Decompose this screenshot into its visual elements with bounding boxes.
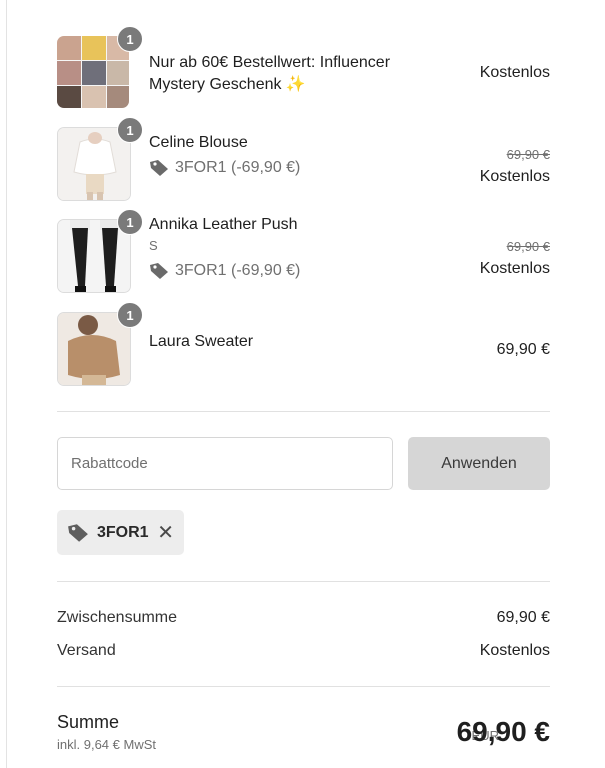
discount-code-input[interactable] [57, 437, 393, 490]
shipping-label: Versand [57, 642, 116, 659]
product-image: 1 [57, 302, 143, 386]
tax-note: inkl. 9,64 € MwSt [57, 737, 156, 752]
original-price: 69,90 € [506, 147, 550, 162]
quantity-badge: 1 [117, 302, 143, 328]
item-price: Kostenlos [479, 260, 550, 277]
item-price: Kostenlos [479, 168, 550, 185]
item-name: Celine Blouse [149, 134, 248, 151]
subtotal-value: 69,90 € [496, 609, 550, 626]
item-name-line1: Nur ab 60€ Bestellwert: Influencer [149, 54, 391, 71]
discount-line: 3FOR1 (-69,90 €) [149, 159, 300, 177]
line-item: 1 Annika Leather Push S 3FOR1 (-69,90 €)… [57, 209, 550, 295]
quantity-badge: 1 [117, 209, 143, 235]
divider [57, 686, 550, 687]
subtotal-label: Zwischensumme [57, 609, 178, 626]
item-name: Annika Leather Push [149, 216, 298, 233]
apply-discount-button[interactable]: Anwenden [408, 437, 550, 490]
tag-icon [149, 159, 169, 177]
item-variant: S [149, 238, 158, 253]
tag-icon [149, 262, 169, 280]
divider [57, 581, 550, 582]
discount-text: 3FOR1 (-69,90 €) [175, 159, 301, 176]
applied-discount-chip: 3FOR1 ✕ [57, 510, 184, 555]
tag-icon [67, 523, 89, 543]
item-price: 69,90 € [496, 341, 550, 358]
item-price: Kostenlos [479, 64, 550, 81]
shipping-value: Kostenlos [479, 642, 550, 659]
item-name-line2: Mystery Geschenk ✨ [149, 76, 306, 93]
left-border [6, 0, 7, 768]
product-image: 1 [57, 26, 143, 110]
applied-code-text: 3FOR1 [97, 523, 149, 541]
quantity-badge: 1 [117, 117, 143, 143]
original-price: 69,90 € [506, 239, 550, 254]
line-item: 1 Laura Sweater 69,90 € [57, 302, 550, 388]
item-name: Laura Sweater [149, 333, 254, 350]
divider [57, 411, 550, 412]
product-image: 1 [57, 117, 143, 201]
total-label: Summe [57, 712, 120, 732]
close-icon[interactable]: ✕ [157, 523, 174, 543]
quantity-badge: 1 [117, 26, 143, 52]
product-image: 1 [57, 209, 143, 293]
total-value: 69,90 € [456, 716, 550, 747]
line-item: 1 Celine Blouse 3FOR1 (-69,90 €) 69,90 €… [57, 117, 550, 203]
line-item: 1 Nur ab 60€ Bestellwert: Influencer Mys… [57, 26, 550, 110]
discount-line: 3FOR1 (-69,90 €) [149, 262, 300, 280]
discount-text: 3FOR1 (-69,90 €) [175, 262, 301, 279]
